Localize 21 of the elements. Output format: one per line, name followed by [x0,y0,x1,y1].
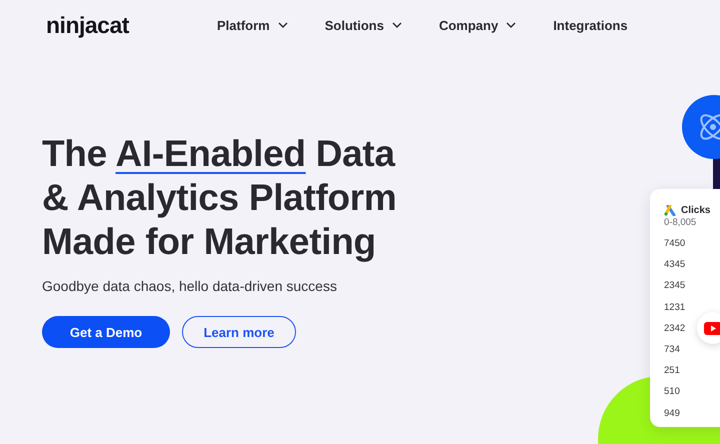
ads-logo-icon [664,205,676,216]
nav-link[interactable]: Solutions [324,18,402,32]
headline: The AI-Enabled Data & Analytics Platform Made for Marketing [42,132,398,264]
value-cell-text: 2342 [664,322,686,336]
value-cell-text: 510 [664,385,680,400]
range-label: 0-8,005 [664,217,698,228]
value-cell-text: 2345 [664,279,686,294]
nav-link[interactable]: Company [438,18,516,32]
nav-link[interactable]: Integrations [553,18,628,32]
value-cell-text: 251 [664,364,680,378]
value-cell-text: 949 [664,406,680,420]
value-cell-text: 7450 [664,237,686,251]
demo-button[interactable]: Get a Demo [42,316,170,348]
value-cell-text: 1231 [664,300,686,315]
nav-link[interactable]: Platform [217,18,288,32]
learn-more-button[interactable]: Learn more [182,316,296,348]
logo[interactable]: ninjacat [46,12,217,38]
subtitle: Goodbye data chaos, hello data-driven success [42,278,337,294]
card-title: Clicks [681,205,710,216]
value-cell-text: 734 [664,342,680,357]
value-cell-text: 4345 [664,258,686,272]
